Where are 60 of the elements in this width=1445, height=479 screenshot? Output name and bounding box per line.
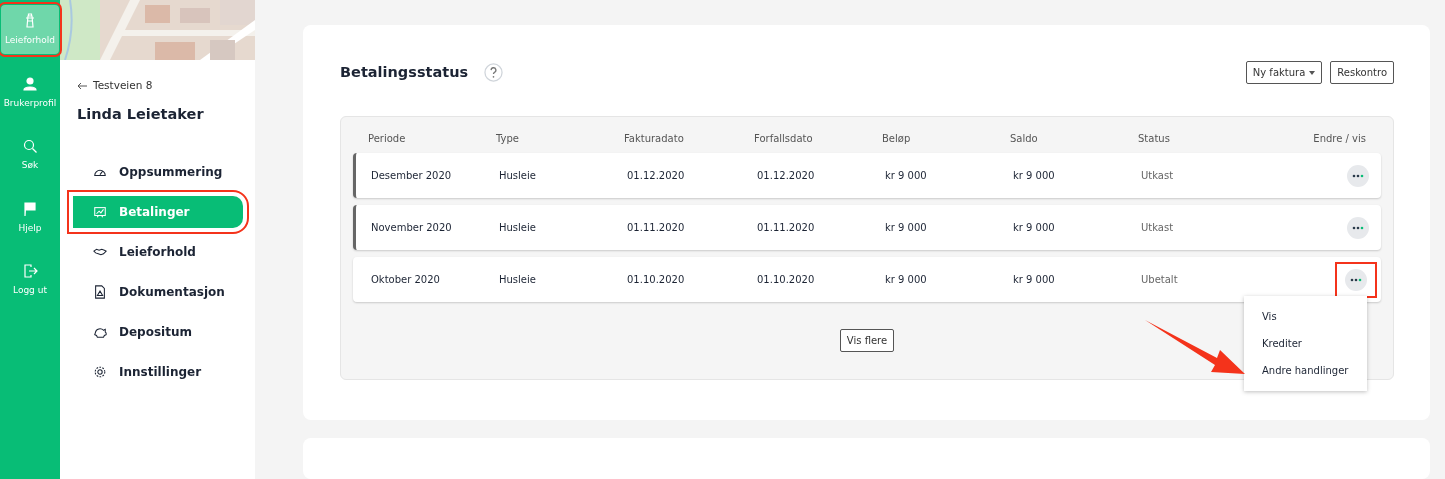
document-icon [93, 284, 107, 299]
chart-icon [93, 204, 107, 219]
show-more-button[interactable]: Vis flere [839, 329, 895, 352]
table-cell-text: kr 9 000 [885, 169, 928, 183]
table-cell-text: Husleie [499, 273, 537, 287]
sidebar-item[interactable]: Depositum [73, 315, 243, 348]
table-cell-text: 01.11.2020 [627, 221, 686, 235]
column-header: Beløp [882, 132, 912, 146]
flag-icon [22, 200, 38, 217]
section-title: Betalingsstatus [340, 63, 469, 82]
sidebar-item[interactable]: Dokumentasjon [73, 275, 243, 308]
table-cell-text: 01.10.2020 [627, 273, 686, 287]
menu-item[interactable]: Vis [1244, 303, 1367, 330]
more-actions-button[interactable] [1345, 268, 1367, 291]
table-cell-text: kr 9 000 [885, 221, 928, 235]
logout-icon [22, 263, 38, 279]
help-icon[interactable] [484, 63, 504, 82]
settings-icon [93, 364, 107, 379]
tenant-name: Linda Leietaker [77, 104, 205, 124]
table-cell-text: Husleie [499, 221, 537, 235]
caret-icon [1309, 71, 1316, 75]
table-cell-text: Utkast [1141, 221, 1175, 235]
column-header: Periode [368, 132, 407, 146]
table-cell-text: 01.11.2020 [757, 221, 816, 235]
table-cell-text: kr 9 000 [1013, 273, 1056, 287]
menu-item[interactable]: Andre handlinger [1244, 357, 1367, 384]
column-header: Endre / vis [1312, 132, 1366, 146]
table-cell-text: Husleie [499, 169, 537, 183]
search-icon [22, 138, 38, 154]
column-header: Saldo [1010, 132, 1039, 146]
column-header: Status [1138, 132, 1171, 146]
more-icon [1352, 173, 1364, 178]
table-cell-text: Desember 2020 [371, 169, 453, 183]
column-header: Forfallsdato [754, 132, 814, 146]
more-icon [1350, 277, 1362, 282]
table-cell-text: Utkast [1141, 169, 1175, 183]
action-button[interactable]: Reskontro [1330, 61, 1394, 84]
table-cell-text: 01.12.2020 [757, 169, 816, 183]
column-header: Type [496, 132, 520, 146]
payment-row[interactable]: Desember 2020 Husleie 01.12.2020 01.12.2020 kr 9 000 kr 9 000 Utkast [353, 153, 1381, 198]
table-cell-text: November 2020 [371, 221, 453, 235]
more-actions-button[interactable] [1347, 216, 1369, 239]
more-actions-button[interactable] [1347, 164, 1369, 187]
payment-row[interactable]: November 2020 Husleie 01.11.2020 01.11.2020 kr 9 000 kr 9 000 Utkast [353, 205, 1381, 250]
table-cell-text: kr 9 000 [885, 273, 928, 287]
menu-item[interactable]: Krediter [1244, 330, 1367, 357]
dropdown-button[interactable]: Ny faktura [1245, 61, 1323, 84]
table-cell-text: kr 9 000 [1013, 221, 1056, 235]
more-icon [1352, 225, 1364, 230]
column-header: Fakturadato [624, 132, 685, 146]
table-cell-text: Ubetalt [1141, 273, 1179, 287]
back-link[interactable]: Testveien 8 [93, 78, 153, 94]
table-cell-text: 01.12.2020 [627, 169, 686, 183]
user-icon [22, 75, 38, 92]
table-cell-text: Oktober 2020 [371, 273, 441, 287]
table-cell-text: kr 9 000 [1013, 169, 1056, 183]
sidebar-item[interactable]: Innstillinger [73, 355, 243, 388]
table-cell-text: 01.10.2020 [757, 273, 816, 287]
sidebar-item[interactable]: Leieforhold [73, 235, 243, 268]
sidebar-item[interactable]: Oppsummering [73, 155, 243, 188]
